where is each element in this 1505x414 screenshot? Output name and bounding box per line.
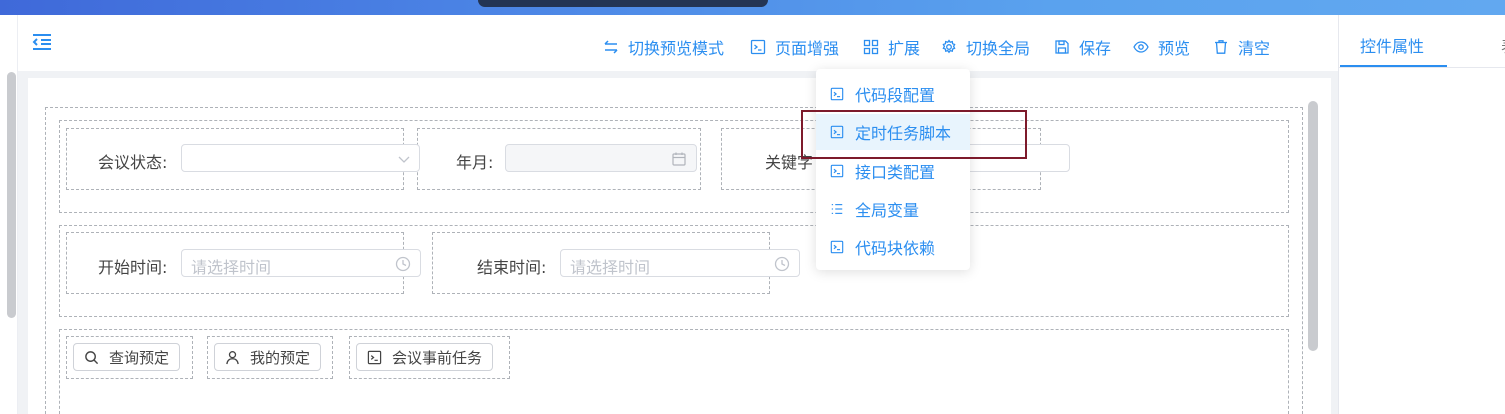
toggle-preview-mode-label: 切换预览模式 xyxy=(628,39,725,58)
menu-item-label: 代码块依赖 xyxy=(855,239,936,258)
keyword-label: 关键字 xyxy=(765,153,814,172)
gear-icon xyxy=(942,39,956,54)
extend-dropdown-menu: 代码段配置 定时任务脚本 接口类配置 全局变量 代码块依赖 xyxy=(816,69,970,270)
properties-panel: 控件属性 表 xyxy=(1338,15,1505,414)
start-time-picker[interactable]: 请选择时间 xyxy=(181,249,421,277)
code-box-icon xyxy=(830,240,844,254)
clock-icon xyxy=(774,256,790,272)
save-label: 保存 xyxy=(1079,39,1112,58)
preview-button[interactable]: 预览 xyxy=(1133,35,1190,59)
chevron-down-icon xyxy=(398,156,410,163)
switch-arrows-icon xyxy=(604,40,618,54)
end-time-placeholder: 请选择时间 xyxy=(570,258,651,277)
menu-item-global-variables[interactable]: 全局变量 xyxy=(816,191,970,227)
calendar-icon xyxy=(672,152,686,166)
menu-item-label: 接口类配置 xyxy=(855,163,936,182)
menu-item-code-snippet-config[interactable]: 代码段配置 xyxy=(816,76,970,112)
clear-button[interactable]: 清空 xyxy=(1213,35,1270,59)
page-enhance-label: 页面增强 xyxy=(775,39,840,58)
extend-button[interactable]: 扩展 xyxy=(863,35,920,59)
user-icon xyxy=(226,350,239,364)
tab-divider xyxy=(1339,67,1505,68)
clear-label: 清空 xyxy=(1238,39,1271,58)
menu-item-code-block-dependency[interactable]: 代码块依赖 xyxy=(816,229,970,265)
extend-label: 扩展 xyxy=(888,39,921,58)
year-month-picker[interactable] xyxy=(505,144,697,172)
code-box-icon xyxy=(750,39,766,55)
toolbar: 切换预览模式 页面增强 扩展 切换全局 保存 预览 清空 xyxy=(18,15,1338,71)
meeting-status-select[interactable] xyxy=(181,144,420,172)
query-booking-label: 查询预定 xyxy=(109,348,170,367)
trash-icon xyxy=(1215,40,1227,54)
tab-table[interactable]: 表 xyxy=(1501,33,1505,57)
my-booking-button[interactable]: 我的预定 xyxy=(214,343,322,371)
top-strip xyxy=(0,0,1505,15)
end-time-picker[interactable]: 请选择时间 xyxy=(560,249,800,277)
code-box-icon xyxy=(830,87,844,101)
search-icon xyxy=(85,350,99,364)
menu-item-interface-class-config[interactable]: 接口类配置 xyxy=(816,153,970,189)
canvas-scrollbar[interactable] xyxy=(1308,101,1318,351)
toggle-global-button[interactable]: 切换全局 xyxy=(941,35,1030,59)
top-strip-shadow xyxy=(478,0,768,7)
page-enhance-button[interactable]: 页面增强 xyxy=(750,35,839,59)
meeting-status-label: 会议状态: xyxy=(98,153,168,172)
toggle-global-label: 切换全局 xyxy=(966,39,1031,58)
pre-meeting-task-label: 会议事前任务 xyxy=(392,348,483,367)
code-box-icon xyxy=(830,125,844,139)
list-icon xyxy=(831,204,843,214)
pre-meeting-task-button[interactable]: 会议事前任务 xyxy=(356,343,494,371)
toggle-preview-mode-button[interactable]: 切换预览模式 xyxy=(603,35,724,59)
my-booking-label: 我的预定 xyxy=(250,348,311,367)
grid-icon xyxy=(863,39,879,55)
start-time-placeholder: 请选择时间 xyxy=(191,258,272,277)
code-box-icon xyxy=(367,350,382,364)
code-box-icon xyxy=(830,164,844,178)
menu-item-label: 代码段配置 xyxy=(855,86,936,105)
query-booking-button[interactable]: 查询预定 xyxy=(73,343,181,371)
tab-control-properties[interactable]: 控件属性 xyxy=(1360,33,1424,57)
menu-item-scheduled-task-script[interactable]: 定时任务脚本 xyxy=(816,114,970,150)
start-time-label: 开始时间: xyxy=(98,258,168,277)
menu-item-label: 全局变量 xyxy=(855,201,920,220)
menu-collapse-icon[interactable] xyxy=(30,30,54,54)
preview-label: 预览 xyxy=(1158,39,1191,58)
year-month-label: 年月: xyxy=(456,153,494,172)
eye-icon xyxy=(1133,41,1149,53)
save-icon xyxy=(1055,40,1069,54)
menu-item-label: 定时任务脚本 xyxy=(855,124,952,143)
end-time-label: 结束时间: xyxy=(477,258,547,277)
clock-icon xyxy=(395,256,411,272)
save-button[interactable]: 保存 xyxy=(1054,35,1111,59)
left-scrollbar[interactable] xyxy=(7,72,16,318)
